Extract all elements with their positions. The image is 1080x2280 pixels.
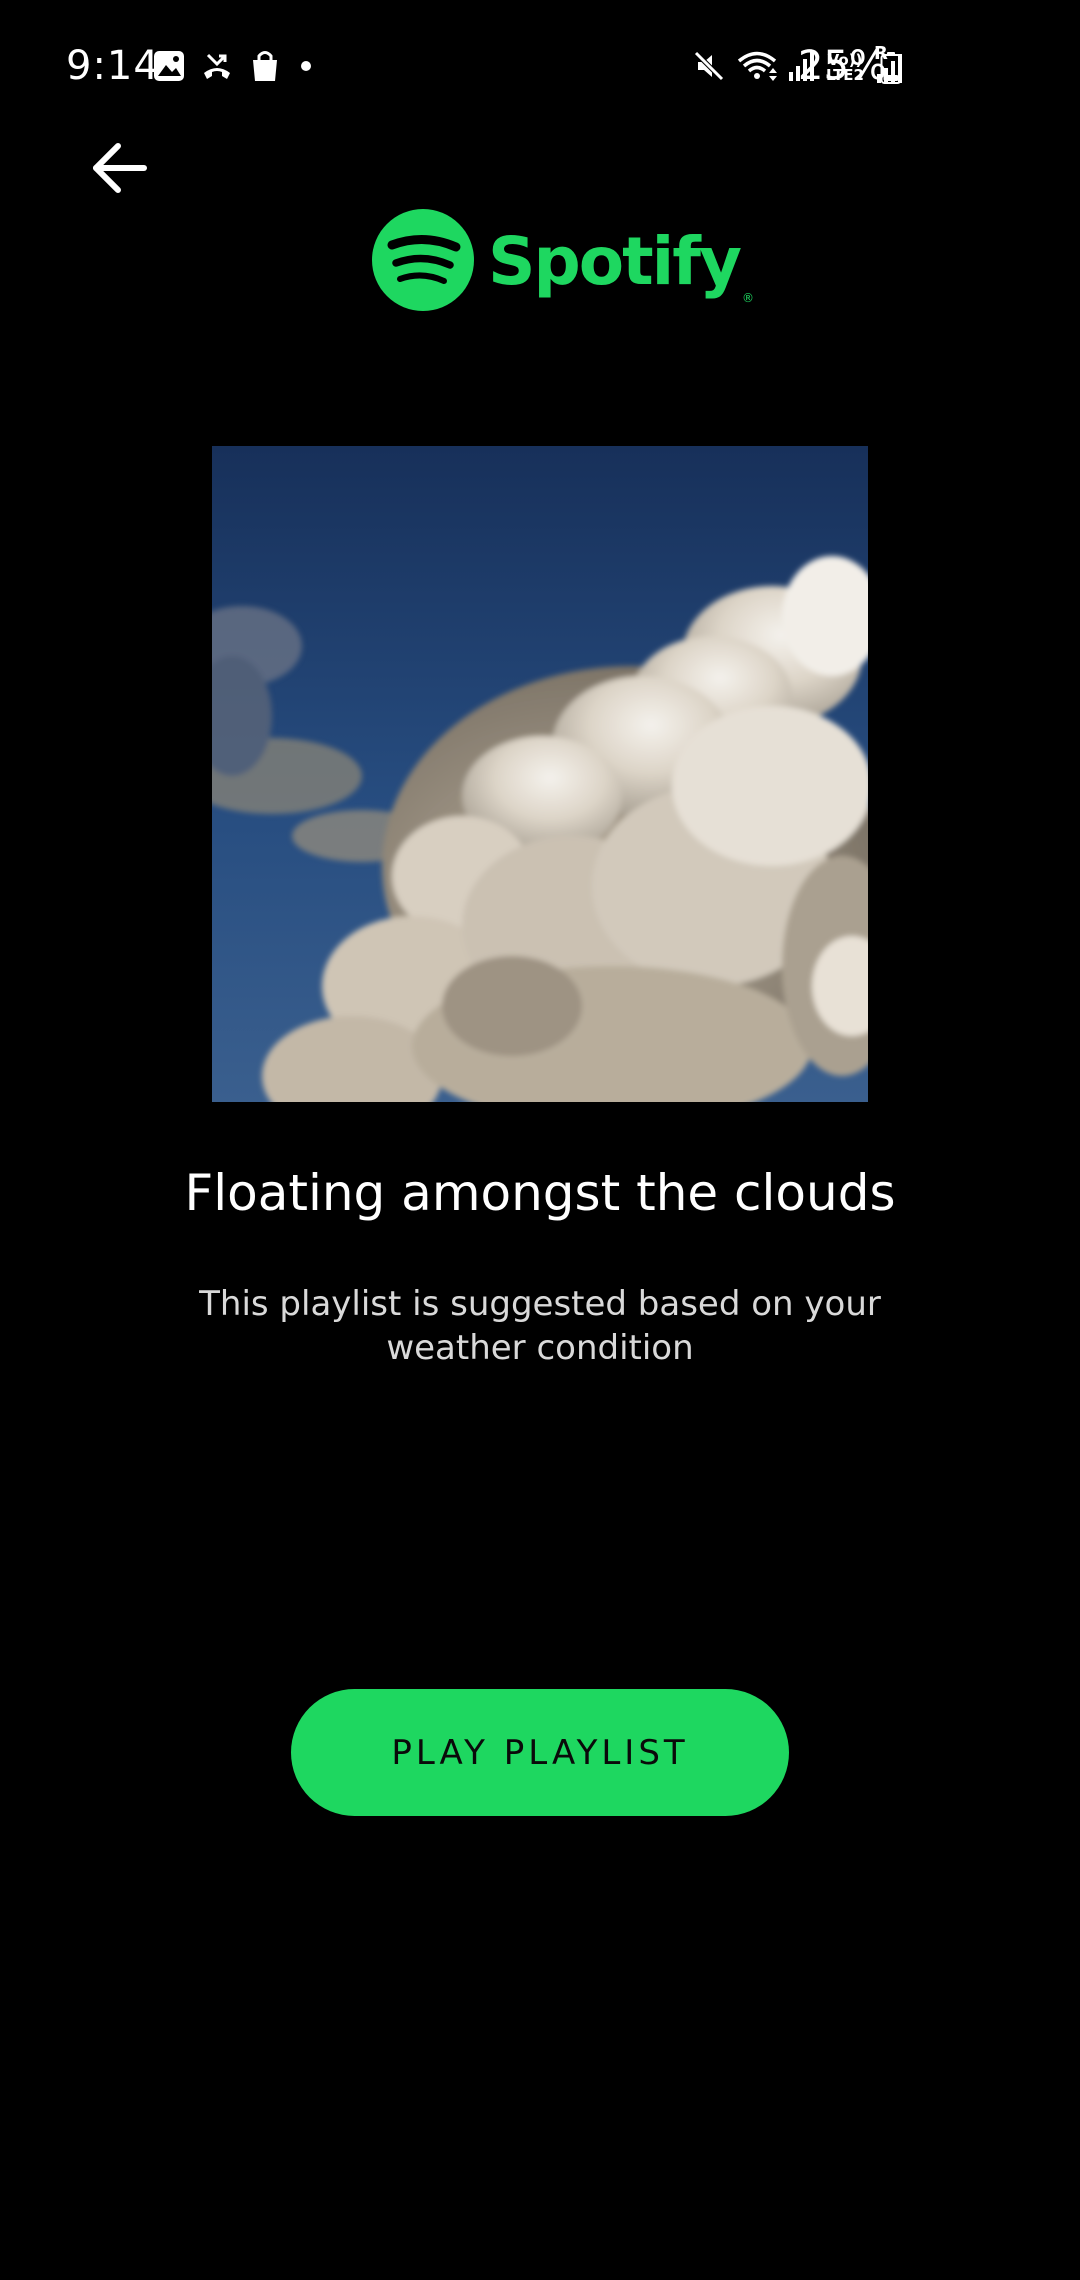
clouds-artwork-image [212,446,868,1102]
battery-icon [880,52,902,88]
shopping-bag-icon [248,48,282,88]
status-time: 9:14 [66,43,160,89]
playlist-title: Floating amongst the clouds [184,1164,896,1222]
play-playlist-button-label: PLAY PLAYLIST [391,1732,689,1773]
battery-percent: 25% [798,43,887,89]
gallery-icon [152,49,186,87]
status-bar: 9:14 Vo)) LTE2 R 25% [0,0,1080,134]
status-left-icons [152,48,316,88]
missed-call-icon [200,49,234,87]
spotify-logo: Spotify ® [372,209,754,315]
back-button[interactable] [80,130,160,210]
wifi-icon [736,49,778,87]
playlist-description: This playlist is suggested based on your… [199,1284,881,1368]
spotify-logo-icon [372,209,474,315]
spotify-wordmark: Spotify ® [488,223,754,305]
playlist-artwork [212,446,868,1102]
notification-dot-icon [296,56,316,80]
mute-icon [692,49,726,87]
play-playlist-button[interactable]: PLAY PLAYLIST [291,1689,789,1816]
arrow-left-icon [92,142,148,198]
